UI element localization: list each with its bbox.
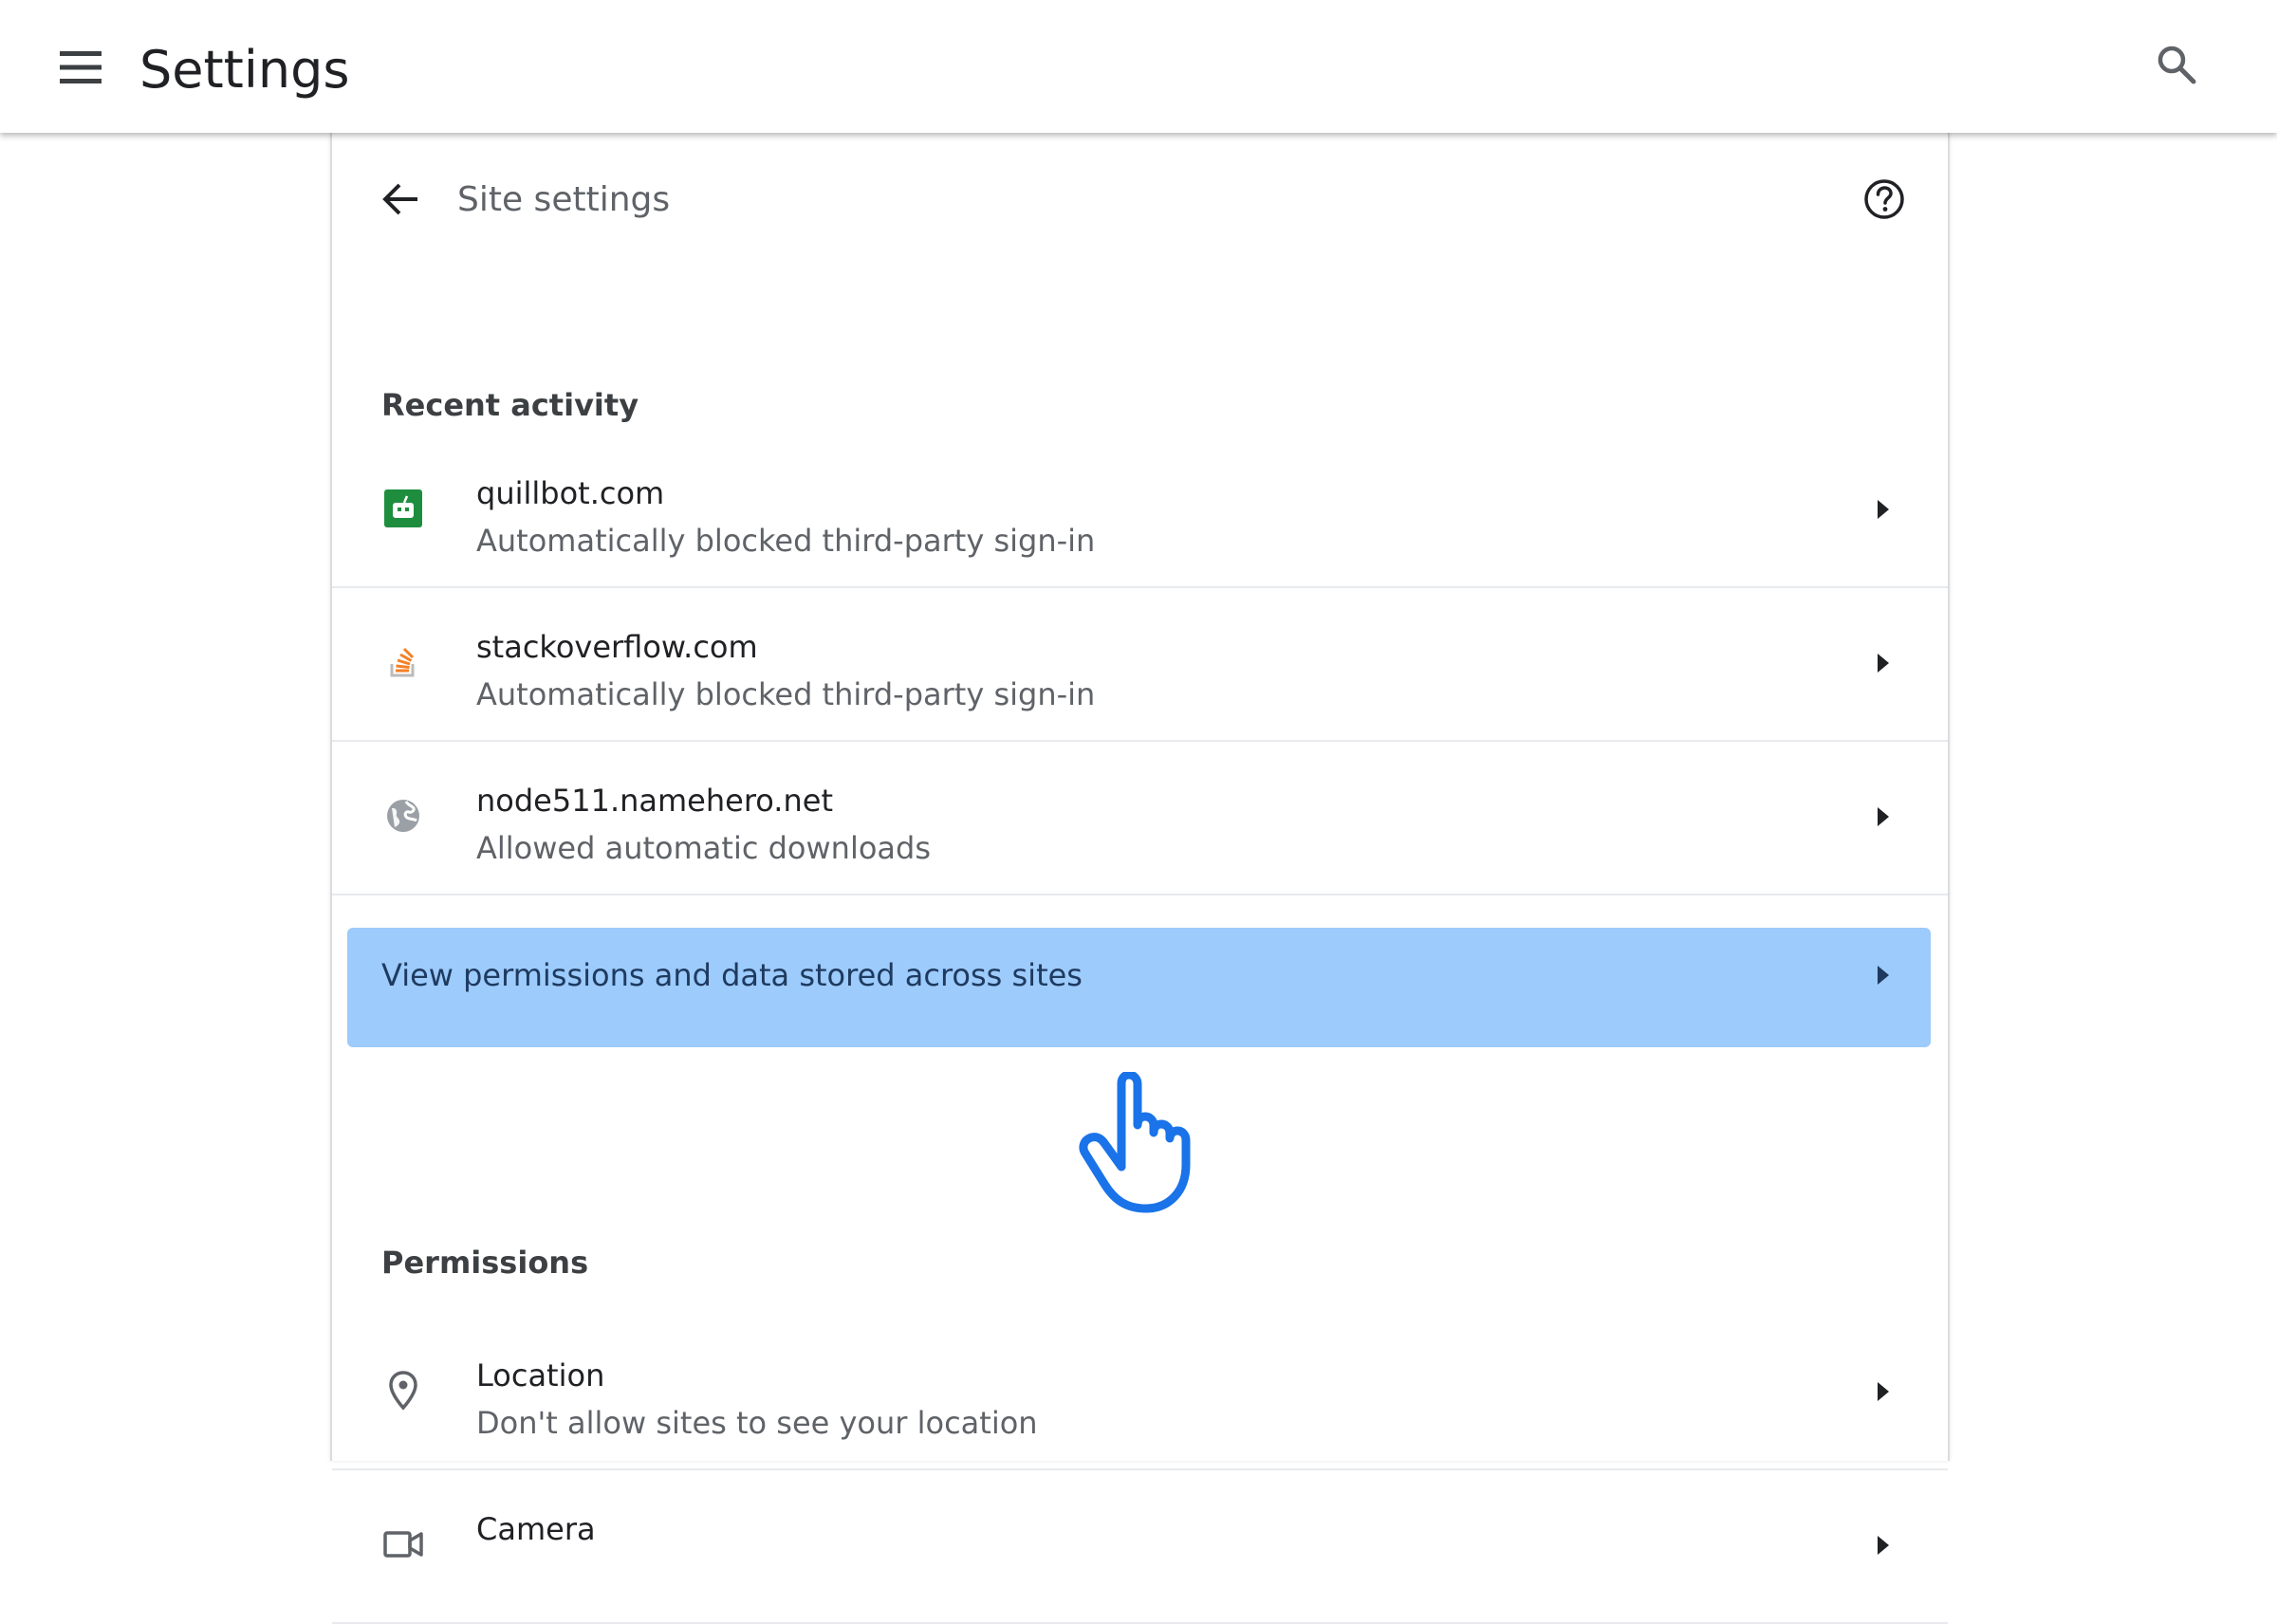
back-arrow-icon — [382, 183, 417, 215]
globe-icon — [381, 794, 425, 838]
help-button[interactable] — [1856, 171, 1913, 228]
location-pin-icon — [381, 1369, 425, 1412]
chevron-right-icon — [1869, 1377, 1898, 1406]
app-title: Settings — [139, 40, 350, 100]
chevron-right-icon — [1869, 803, 1898, 831]
chevron-right-icon — [1869, 495, 1898, 524]
view-all-site-data-label: View permissions and data stored across … — [381, 957, 1083, 993]
site-name: node511.namehero.net — [476, 783, 833, 819]
recent-activity-row-quillbot[interactable]: quillbot.com Automatically blocked third… — [332, 433, 1948, 588]
card-header: Site settings — [332, 133, 1948, 266]
permission-name: Location — [476, 1357, 605, 1393]
main-menu-button[interactable] — [49, 38, 112, 97]
stackoverflow-favicon-icon — [381, 640, 425, 684]
site-activity-detail: Allowed automatic downloads — [476, 830, 931, 866]
permission-row-location[interactable]: Location Don't allow sites to see your l… — [332, 1315, 1948, 1470]
site-activity-detail: Automatically blocked third-party sign-i… — [476, 523, 1096, 559]
recent-activity-row-namehero[interactable]: node511.namehero.net Allowed automatic d… — [332, 740, 1948, 895]
permissions-heading: Permissions — [381, 1245, 589, 1281]
site-name: stackoverflow.com — [476, 629, 758, 665]
help-circle-icon — [1864, 179, 1904, 219]
search-settings-button[interactable] — [2146, 34, 2207, 95]
permission-name: Camera — [476, 1511, 596, 1547]
quillbot-favicon-icon — [381, 487, 425, 530]
site-activity-detail: Automatically blocked third-party sign-i… — [476, 676, 1096, 712]
top-app-bar: Settings — [0, 0, 2277, 133]
chevron-right-icon — [1869, 1531, 1898, 1559]
search-icon — [2157, 46, 2196, 84]
recent-activity-heading: Recent activity — [381, 387, 639, 423]
chevron-right-icon — [1869, 961, 1898, 989]
chevron-right-icon — [1869, 649, 1898, 677]
recent-activity-row-stackoverflow[interactable]: stackoverflow.com Automatically blocked … — [332, 586, 1948, 742]
page-title: Site settings — [457, 180, 671, 219]
permission-row-camera[interactable]: Camera — [332, 1468, 1948, 1624]
hamburger-menu-icon — [60, 51, 102, 83]
site-name: quillbot.com — [476, 475, 665, 511]
back-button[interactable] — [372, 171, 429, 228]
camera-icon — [381, 1522, 425, 1566]
view-all-site-data-button[interactable]: View permissions and data stored across … — [347, 928, 1931, 1047]
permission-detail: Don't allow sites to see your location — [476, 1405, 1038, 1441]
site-settings-card: Site settings Recent activity quillbot.c… — [330, 133, 1950, 1624]
